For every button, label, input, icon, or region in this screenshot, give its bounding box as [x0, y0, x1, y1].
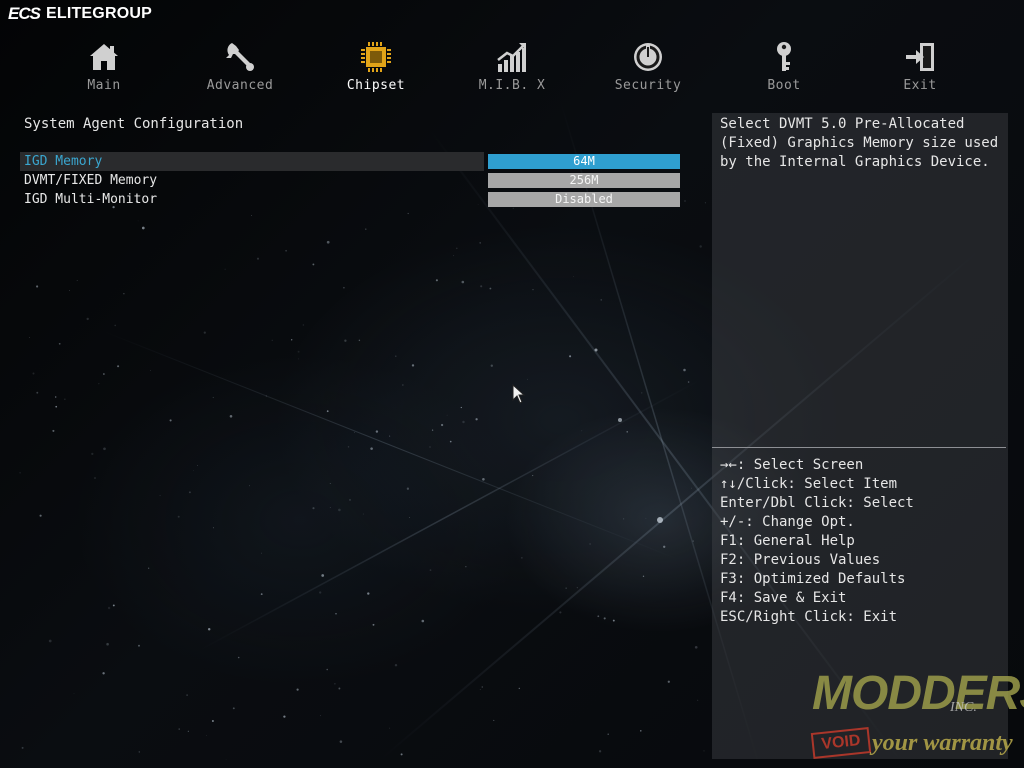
key-hint: →←: Select Screen	[720, 457, 864, 473]
settings-list: IGD Memory 64M DVMT/FIXED Memory 256M IG…	[20, 152, 682, 209]
help-panel: Select DVMT 5.0 Pre-Allocated (Fixed) Gr…	[712, 113, 1008, 759]
key-hint: Enter/Dbl Click: Select	[720, 495, 914, 511]
key-hint: F1: General Help	[720, 533, 855, 549]
watermark-tagline: your warranty	[872, 730, 1013, 756]
nav-tab-exit[interactable]: Exit	[852, 40, 988, 96]
nav-tab-mib-x[interactable]: M.I.B. X	[444, 40, 580, 96]
nav-tab-main[interactable]: Main	[36, 40, 172, 96]
mouse-pointer-icon	[512, 384, 526, 404]
nav-label-exit: Exit	[903, 78, 937, 93]
nav-label-mib-x: M.I.B. X	[478, 78, 546, 93]
setting-value-button[interactable]: Disabled	[488, 192, 680, 207]
nav-tab-security[interactable]: Security	[580, 40, 716, 96]
setting-label: DVMT/FIXED Memory	[24, 173, 158, 188]
key-hint: ESC/Right Click: Exit	[720, 609, 898, 625]
power-shield-icon	[631, 40, 665, 74]
section-title: System Agent Configuration	[24, 116, 244, 132]
key-legend: →←: Select Screen ↑↓/Click: Select Item …	[720, 456, 914, 627]
help-description: Select DVMT 5.0 Pre-Allocated (Fixed) Gr…	[720, 116, 999, 170]
nav-label-main: Main	[87, 78, 121, 93]
logo-text: ELITEGROUP	[45, 5, 152, 22]
setting-label: IGD Multi-Monitor	[24, 192, 158, 207]
watermark-brand: MODDERS	[812, 667, 1024, 720]
setting-row-igd-memory[interactable]: IGD Memory 64M	[20, 152, 682, 171]
setting-value-button[interactable]: 64M	[488, 154, 680, 169]
key-icon	[767, 40, 801, 74]
help-divider	[712, 447, 1006, 448]
nav-tab-chipset[interactable]: Chipset	[308, 40, 444, 96]
nav-label-boot: Boot	[767, 78, 801, 93]
top-nav: Main Advanced Chipset M.I.B. X Security …	[36, 40, 988, 96]
key-hint: +/-: Change Opt.	[720, 514, 855, 530]
wrench-icon	[223, 40, 257, 74]
watermark-suffix: INC.	[950, 700, 977, 715]
nav-label-chipset: Chipset	[346, 78, 406, 93]
home-icon	[87, 40, 121, 74]
key-hint: ↑↓/Click: Select Item	[720, 476, 898, 492]
logo-mark: ECS	[8, 4, 41, 23]
key-hint: F2: Previous Values	[720, 552, 881, 568]
watermark-void-stamp: VOID	[810, 727, 872, 759]
setting-row-dvmt-fixed-memory[interactable]: DVMT/FIXED Memory 256M	[20, 171, 682, 190]
nav-label-security: Security	[614, 78, 682, 93]
nav-tab-boot[interactable]: Boot	[716, 40, 852, 96]
chip-icon	[359, 40, 393, 74]
nav-tab-advanced[interactable]: Advanced	[172, 40, 308, 96]
setting-value-button[interactable]: 256M	[488, 173, 680, 188]
nav-label-advanced: Advanced	[206, 78, 274, 93]
key-hint: F4: Save & Exit	[720, 590, 847, 606]
modders-inc-watermark: MODDERS INC. VOID your warranty	[810, 666, 1024, 762]
performance-chart-icon	[495, 40, 529, 74]
setting-row-igd-multi-monitor[interactable]: IGD Multi-Monitor Disabled	[20, 190, 682, 209]
exit-door-icon	[903, 40, 937, 74]
ecs-logo: ECS ELITEGROUP	[8, 4, 152, 24]
key-hint: F3: Optimized Defaults	[720, 571, 906, 587]
setting-label: IGD Memory	[20, 152, 484, 171]
